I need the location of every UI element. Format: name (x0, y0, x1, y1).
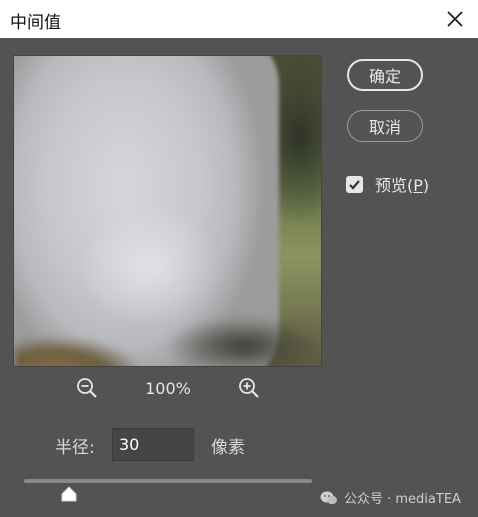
preview-checkbox[interactable] (346, 175, 363, 193)
preview-image[interactable] (13, 55, 322, 367)
radius-unit-label: 像素 (211, 438, 245, 458)
preview-shadow (164, 306, 321, 366)
cancel-button[interactable]: 取消 (347, 110, 423, 142)
preview-background-patch (14, 336, 164, 366)
slider-thumb-icon (61, 486, 77, 502)
wechat-icon (320, 491, 337, 504)
title-bar: 中间值 (0, 0, 478, 38)
zoom-level: 100% (145, 379, 191, 398)
close-button[interactable] (438, 2, 472, 36)
radius-input[interactable] (112, 428, 194, 461)
zoom-in-icon (239, 378, 259, 398)
radius-slider-thumb[interactable] (60, 486, 78, 502)
watermark-text: 公众号 · mediaTEA (344, 492, 461, 507)
window-title: 中间值 (10, 13, 61, 33)
zoom-out-icon (77, 378, 97, 398)
watermark: 公众号 · mediaTEA (320, 488, 461, 507)
zoom-controls: 100% (0, 376, 340, 402)
close-icon (447, 11, 463, 27)
zoom-out-button[interactable] (76, 377, 98, 399)
preview-checkbox-row[interactable]: 预览(P) (346, 172, 429, 196)
preview-label: 预览(P) (375, 176, 430, 195)
checkmark-icon (349, 179, 360, 190)
radius-label: 半径: (55, 438, 95, 458)
zoom-in-button[interactable] (238, 377, 260, 399)
ok-button[interactable]: 确定 (347, 59, 423, 91)
radius-slider[interactable] (24, 479, 312, 483)
